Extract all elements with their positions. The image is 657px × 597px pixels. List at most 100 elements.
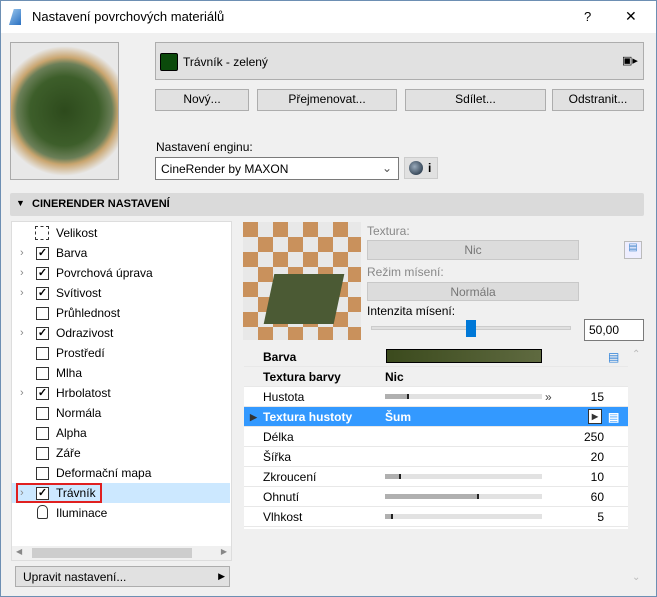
close-button[interactable]: ✕ (625, 8, 637, 25)
engine-info-button[interactable]: i (404, 157, 438, 179)
tree-item[interactable]: Deformační mapa (12, 463, 230, 483)
blend-mode-label: Režim mísení: (367, 265, 444, 279)
tree-item[interactable]: Záře (12, 443, 230, 463)
collapse-icon: ▼ (16, 198, 25, 208)
tree-item[interactable]: Průhlednost (12, 303, 230, 323)
checkbox[interactable] (36, 347, 49, 360)
param-row[interactable]: Vlhkost 5 (244, 507, 628, 527)
grass-patch (263, 274, 345, 324)
tree-item[interactable]: › ✓ Svítivost (12, 283, 230, 303)
checkbox[interactable] (36, 407, 49, 420)
tree-item[interactable]: Normála (12, 403, 230, 423)
parameters-table: Barva ▤ Textura barvy Nic Hustota » 15 ▶ Textura… (244, 347, 628, 529)
texture-link-icon[interactable]: ▤ (624, 241, 642, 259)
expand-icon[interactable]: › (20, 323, 24, 343)
slider-fill (385, 494, 480, 499)
tree-item[interactable]: Velikost (12, 223, 230, 243)
help-button[interactable]: ? (584, 9, 591, 24)
tree-item-label: Normála (56, 406, 102, 420)
engine-value: CineRender by MAXON (161, 162, 289, 176)
tree-item[interactable]: › ✓ Barva (12, 243, 230, 263)
param-slider[interactable] (385, 514, 542, 519)
param-slider[interactable] (385, 394, 542, 399)
tree-hscrollbar[interactable]: ◀ ▶ (12, 546, 231, 560)
checkbox[interactable] (36, 367, 49, 380)
expand-icon[interactable]: › (20, 243, 24, 263)
tree-item[interactable]: › ✓ Hrbolatost (12, 383, 230, 403)
params-vscrollbar[interactable]: ⌃ ⌄ (629, 347, 644, 587)
param-row[interactable]: Textura barvy Nic (244, 367, 628, 387)
edit-settings-label: Upravit nastavení... (23, 570, 127, 584)
link-texture-icon[interactable]: ▤ (608, 347, 619, 367)
size-icon (35, 226, 49, 240)
rename-button[interactable]: Přejmenovat... (257, 89, 397, 111)
param-row[interactable]: Barva ▤ (244, 347, 628, 367)
checkbox[interactable] (36, 427, 49, 440)
checkbox[interactable] (36, 467, 49, 480)
tree-item[interactable]: › ✓ Odrazivost (12, 323, 230, 343)
link-texture-icon[interactable]: ▤ (608, 407, 619, 427)
param-row[interactable]: Šířka 20 (244, 447, 628, 467)
section-header[interactable]: ▼ CINERENDER NASTAVENÍ (10, 193, 644, 216)
tree-item[interactable]: › ✓ Trávník (12, 483, 230, 503)
checkbox[interactable]: ✓ (36, 327, 49, 340)
param-row[interactable]: Ohnutí 60 (244, 487, 628, 507)
param-row[interactable]: Délka 250 (244, 427, 628, 447)
checkbox[interactable]: ✓ (36, 247, 49, 260)
checkbox[interactable]: ✓ (36, 387, 49, 400)
tree-item[interactable]: Mlha (12, 363, 230, 383)
color-swatch[interactable] (386, 349, 542, 363)
checkbox[interactable]: ✓ (36, 267, 49, 280)
blend-intensity-input[interactable]: 50,00 (584, 319, 644, 341)
tree-item[interactable]: Iluminace (12, 503, 230, 523)
texture-play-button[interactable]: ▶ (588, 409, 602, 424)
share-button[interactable]: Sdílet... (405, 89, 546, 111)
lock-icon (37, 505, 48, 519)
param-label: Vlhkost (263, 510, 303, 524)
tree-item-label: Mlha (56, 366, 83, 380)
image-menu-icon[interactable]: ▣▸ (622, 54, 638, 67)
chevrons-right-icon[interactable]: » (545, 387, 552, 407)
blend-mode-field[interactable]: Normála (367, 282, 579, 301)
edit-settings-button[interactable]: Upravit nastavení... ▶ (15, 566, 230, 587)
texture-field[interactable]: Nic (367, 240, 579, 260)
checkbox[interactable] (36, 447, 49, 460)
slider-thumb[interactable] (466, 320, 476, 337)
checkbox[interactable]: ✓ (36, 287, 49, 300)
param-row[interactable]: Zkroucení 10 (244, 467, 628, 487)
tree-item-label: Barva (56, 246, 88, 260)
material-selector[interactable]: Trávník - zelený ▣▸ (155, 42, 644, 80)
engine-dropdown[interactable]: CineRender by MAXON ⌄ (155, 157, 399, 180)
blend-intensity-slider[interactable] (371, 320, 571, 337)
tree-item[interactable]: Prostředí (12, 343, 230, 363)
material-color-swatch (160, 53, 178, 71)
scroll-up-icon[interactable]: ⌃ (632, 349, 640, 360)
param-number: 250 (583, 430, 604, 444)
tree-item-label: Deformační mapa (56, 466, 152, 480)
param-label: Šířka (263, 450, 292, 464)
scroll-down-icon[interactable]: ⌄ (632, 572, 640, 583)
slider-fill (385, 474, 401, 479)
tree-item[interactable]: › ✓ Povrchová úprava (12, 263, 230, 283)
expand-icon[interactable]: › (20, 263, 24, 283)
tree-item[interactable]: Alpha (12, 423, 230, 443)
section-title: CINERENDER NASTAVENÍ (32, 198, 170, 210)
title-bar: Nastavení povrchových materiálů ? ✕ (1, 1, 656, 33)
checkbox[interactable] (36, 307, 49, 320)
delete-button[interactable]: Odstranit... (552, 89, 644, 111)
scrollbar-thumb[interactable] (32, 548, 192, 558)
param-label: Barva (263, 350, 297, 364)
param-number: 60 (590, 490, 604, 504)
tree-item-label: Záře (56, 446, 81, 460)
param-slider[interactable] (385, 474, 542, 479)
tree-item-label: Průhlednost (56, 306, 121, 320)
new-button[interactable]: Nový... (155, 89, 249, 111)
param-row[interactable]: Hustota » 15 (244, 387, 628, 407)
expand-icon[interactable]: ▶ (250, 407, 257, 427)
arrow-right-icon: ▶ (218, 571, 225, 581)
tree-item-label: Povrchová úprava (56, 266, 153, 280)
param-row[interactable]: ▶ Textura hustoty Šum ▶ ▤ (244, 407, 628, 427)
expand-icon[interactable]: › (20, 283, 24, 303)
expand-icon[interactable]: › (20, 383, 24, 403)
param-slider[interactable] (385, 494, 542, 499)
